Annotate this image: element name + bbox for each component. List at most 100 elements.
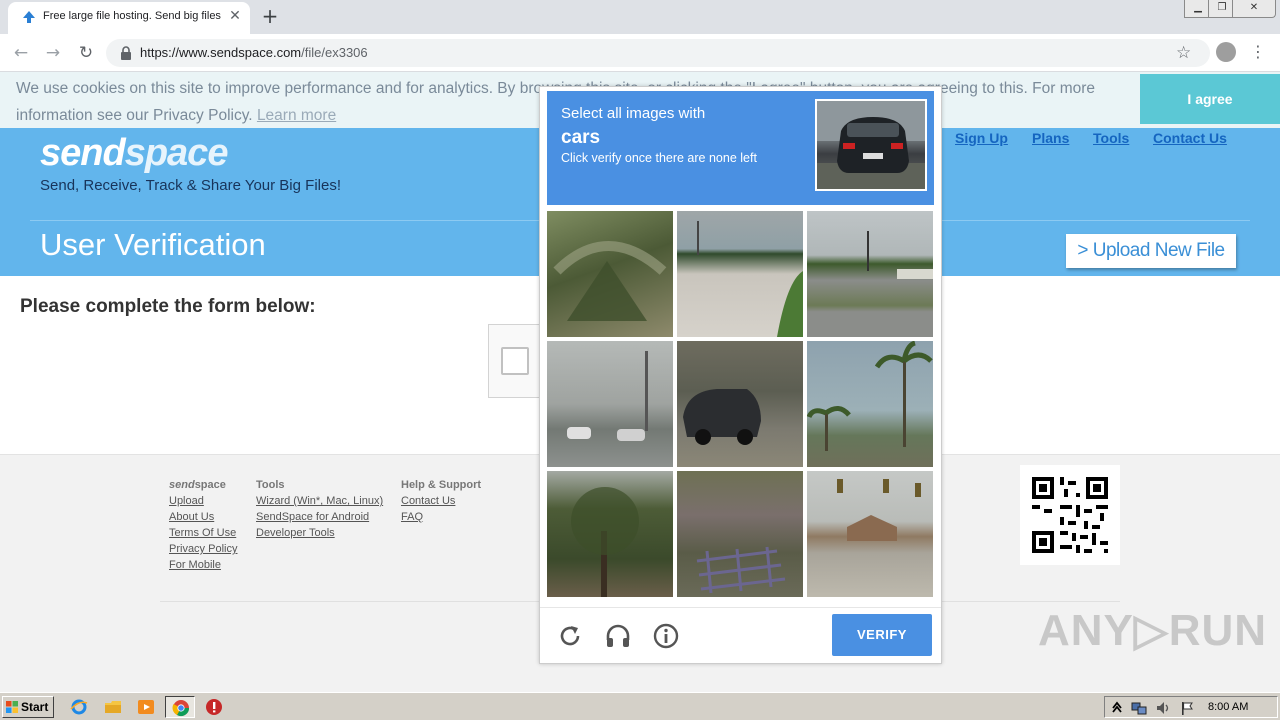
learn-more-link[interactable]: Learn more: [257, 107, 336, 124]
forward-arrow-icon[interactable]: →: [42, 42, 64, 64]
street-intersection-icon: [867, 231, 933, 279]
sample-car-image: [815, 99, 927, 191]
qr-code-icon: [1020, 465, 1120, 565]
bookmark-star-icon[interactable]: ☆: [1176, 43, 1191, 63]
internet-explorer-icon[interactable]: [70, 698, 88, 716]
form-heading: Please complete the form below:: [20, 296, 316, 317]
traffic-light-building-icon: [837, 479, 921, 541]
footer-link-faq[interactable]: FAQ: [401, 509, 481, 525]
footer-link-wizard[interactable]: Wizard (Win*, Mac, Linux): [256, 493, 383, 509]
curved-road-icon: [697, 221, 803, 337]
browser-menu-icon[interactable]: ⋮: [1250, 42, 1266, 62]
page-title: User Verification: [40, 227, 266, 262]
i-agree-button[interactable]: I agree: [1140, 74, 1280, 124]
tab-title: Free large file hosting. Send big files: [43, 10, 221, 22]
palm-tree-icon: [807, 341, 933, 451]
footer-link-android[interactable]: SendSpace for Android: [256, 509, 383, 525]
palm-bush-icon: [553, 241, 667, 321]
challenge-tile-6[interactable]: [807, 341, 933, 467]
footer-link-about-us[interactable]: About Us: [169, 509, 237, 525]
browser-toolbar: ← → ↻ https://www.sendspace.com/file/ex3…: [0, 34, 1280, 72]
challenge-tile-8[interactable]: [677, 471, 803, 597]
nav-link-sign-up[interactable]: Sign Up: [955, 130, 1008, 146]
network-icon[interactable]: [1131, 700, 1147, 716]
logo-part-space: space: [124, 132, 229, 174]
footer-link-privacy[interactable]: Privacy Policy: [169, 541, 237, 557]
footer-link-mobile[interactable]: For Mobile: [169, 557, 237, 573]
tab-close-icon[interactable]: ✕: [226, 7, 244, 25]
footer-link-terms[interactable]: Terms Of Use: [169, 525, 237, 541]
footer-col-heading: sendspace: [169, 477, 237, 493]
challenge-tile-5[interactable]: [677, 341, 803, 467]
logo-part-send: send: [40, 132, 126, 174]
tray-expand-icon[interactable]: [1111, 700, 1123, 714]
challenge-tile-1[interactable]: [547, 211, 673, 337]
footer-link-upload[interactable]: Upload: [169, 493, 237, 509]
footer-link-developer-tools[interactable]: Developer Tools: [256, 525, 383, 541]
volume-icon[interactable]: [1155, 700, 1171, 716]
verify-button[interactable]: VERIFY: [832, 614, 932, 656]
audio-headphones-icon[interactable]: [604, 622, 632, 650]
address-bar[interactable]: https://www.sendspace.com/file/ex3306 ☆: [106, 39, 1210, 67]
footer-logo-space: space: [194, 479, 226, 491]
challenge-target: cars: [561, 127, 601, 148]
upload-new-file-button[interactable]: > Upload New File: [1066, 234, 1236, 268]
action-center-flag-icon[interactable]: [1179, 700, 1195, 716]
file-explorer-icon[interactable]: [104, 698, 122, 716]
new-tab-button[interactable]: +: [260, 5, 280, 27]
lock-icon: [121, 46, 131, 60]
parked-car-icon: [683, 389, 761, 445]
challenge-instruction: Select all images with: [561, 105, 706, 122]
sendspace-favicon-icon: [23, 11, 35, 23]
challenge-tile-9[interactable]: [807, 471, 933, 597]
back-arrow-icon[interactable]: ←: [10, 42, 32, 64]
challenge-tile-7[interactable]: [547, 471, 673, 597]
traffic-street-icon: [567, 351, 648, 441]
start-button[interactable]: Start: [2, 696, 54, 718]
challenge-tile-2[interactable]: [677, 211, 803, 337]
taskbar-chrome-active[interactable]: [165, 696, 195, 718]
info-icon[interactable]: [652, 622, 680, 650]
reload-icon[interactable]: [556, 622, 584, 650]
windows-taskbar: Start 8:00 AM: [0, 692, 1280, 720]
challenge-tile-3[interactable]: [807, 211, 933, 337]
challenge-hint: Click verify once there are none left: [561, 151, 757, 165]
challenge-footer: VERIFY: [540, 607, 941, 663]
footer-col-heading: Help & Support: [401, 479, 482, 491]
bushes-grate-icon: [696, 546, 786, 594]
nav-link-plans[interactable]: Plans: [1032, 130, 1069, 146]
challenge-header: Select all images with cars Click verify…: [547, 91, 934, 205]
footer-logo-send: send: [169, 479, 195, 491]
media-player-icon[interactable]: [137, 698, 155, 716]
footer-col-heading: Tools: [256, 479, 285, 491]
nav-link-tools[interactable]: Tools: [1093, 130, 1129, 146]
car-rear-icon: [817, 101, 925, 189]
nav-link-contact-us[interactable]: Contact Us: [1153, 130, 1227, 146]
anyrun-watermark: ANY▷RUN: [1038, 606, 1268, 655]
windows-logo-icon: [6, 701, 18, 713]
browser-tab[interactable]: Free large file hosting. Send big files …: [8, 2, 250, 34]
profile-avatar-icon[interactable]: [1216, 42, 1236, 62]
challenge-tile-4[interactable]: [547, 341, 673, 467]
url-host: https://www.sendspace.com: [140, 45, 302, 60]
tree-icon: [571, 487, 639, 597]
footer-col-help: Help & Support Contact Us FAQ: [401, 477, 481, 525]
recaptcha-challenge: Select all images with cars Click verify…: [539, 86, 942, 664]
browser-titlebar: Free large file hosting. Send big files …: [0, 0, 1280, 34]
taskbar-clock[interactable]: 8:00 AM: [1208, 701, 1248, 713]
start-label: Start: [21, 700, 49, 714]
url-path: /file/ex3306: [301, 45, 368, 60]
challenge-image-grid: [547, 211, 934, 598]
recaptcha-checkbox[interactable]: [501, 347, 529, 375]
reload-icon[interactable]: ↻: [75, 42, 97, 64]
footer-col-sendspace: sendspace Upload About Us Terms Of Use P…: [169, 477, 237, 573]
footer-link-contact-us[interactable]: Contact Us: [401, 493, 481, 509]
sendspace-logo[interactable]: sendspace: [40, 132, 229, 175]
chrome-icon: [172, 700, 190, 717]
footer-col-tools: Tools Wizard (Win*, Mac, Linux) SendSpac…: [256, 477, 383, 541]
url-text[interactable]: https://www.sendspace.com/file/ex3306: [140, 45, 368, 60]
system-tray: [1104, 696, 1278, 718]
site-tagline: Send, Receive, Track & Share Your Big Fi…: [40, 177, 341, 194]
stop-red-icon[interactable]: [205, 698, 223, 716]
window-close-button[interactable]: ✕: [1232, 0, 1276, 18]
